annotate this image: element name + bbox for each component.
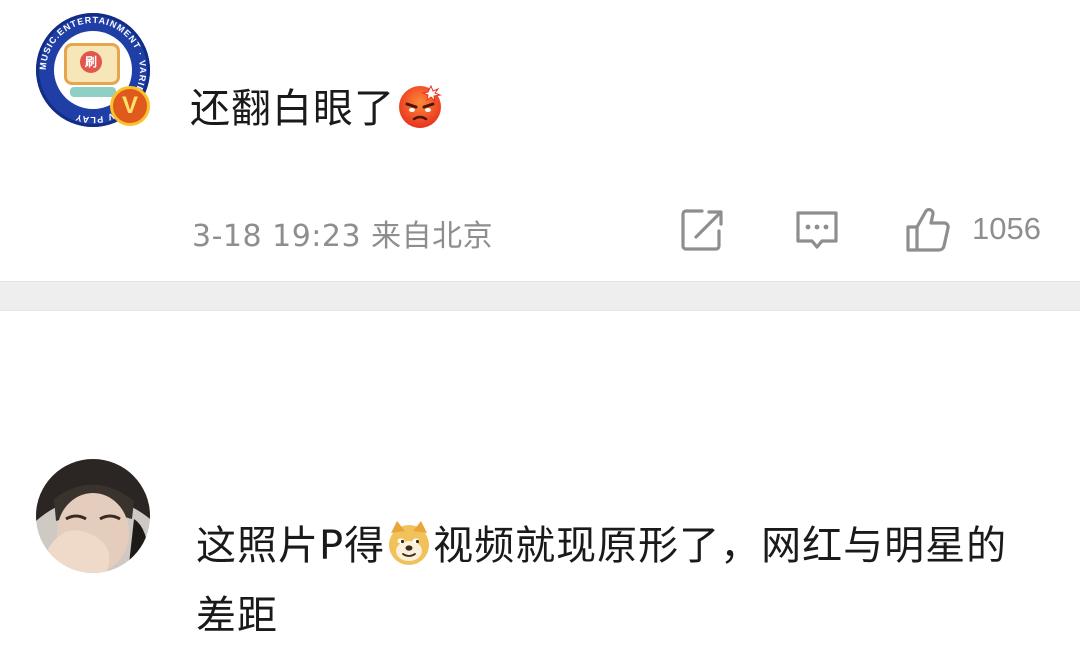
- reply-button[interactable]: [794, 207, 840, 253]
- like-count: 1056: [972, 211, 1041, 246]
- comment-text: 这照片P得 视频就现原形了，网红与明星的差距: [196, 515, 1036, 647]
- like-button[interactable]: 1056: [904, 207, 1054, 253]
- comment-meta: 3-18 19:23 来自北京 1056: [192, 207, 1054, 254]
- comment-item: 这照片P得 视频就现原形了，网红与明星的差距: [0, 311, 1080, 663]
- avatar-photo: [36, 459, 150, 573]
- verified-badge: V: [110, 86, 150, 126]
- angry-face-emoji: [395, 80, 445, 145]
- like-icon: [906, 208, 950, 252]
- timestamp: 3-18 19:23 来自北京: [192, 219, 494, 254]
- tv-stand: [70, 87, 116, 97]
- comment-body: 这照片P得: [196, 523, 386, 569]
- comment-list: MUSIC.ENTERTAINMENT · VARIETY · TV PLAY …: [0, 0, 1080, 663]
- comment-icon: [796, 211, 838, 249]
- avatar[interactable]: [36, 459, 150, 573]
- comment-body: 还翻白眼了: [190, 86, 395, 132]
- doge-emoji: [385, 519, 433, 585]
- share-button[interactable]: [680, 207, 726, 253]
- share-icon: [681, 209, 723, 251]
- section-divider: [0, 281, 1080, 311]
- comment-item: MUSIC.ENTERTAINMENT · VARIETY · TV PLAY …: [0, 0, 1080, 281]
- comment-text: 还翻白眼了: [190, 80, 445, 145]
- avatar-mark: 刷: [80, 51, 102, 73]
